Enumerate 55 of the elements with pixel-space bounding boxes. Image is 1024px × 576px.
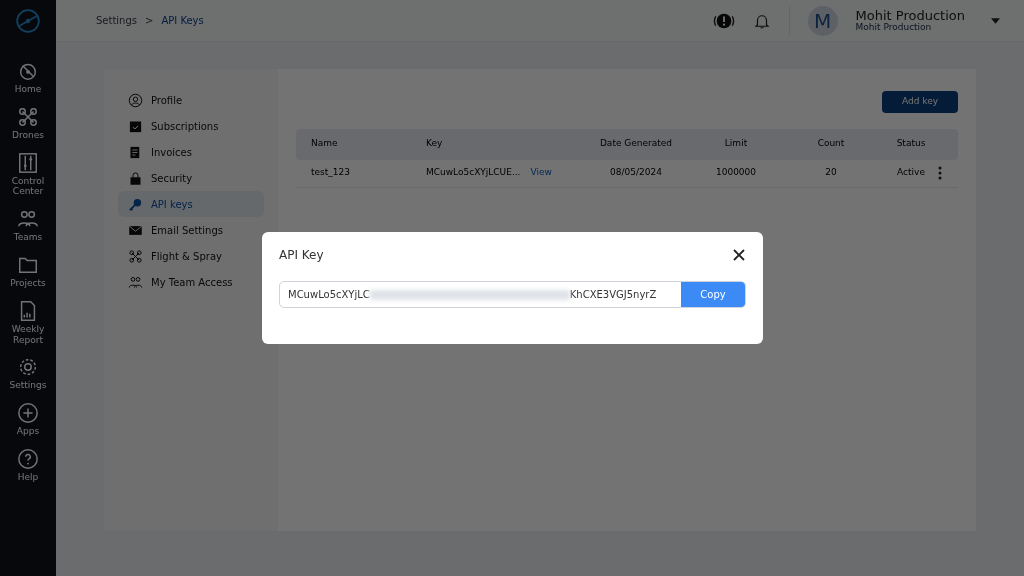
key-text-start: MCuwLo5cXYjLC: [287, 288, 370, 302]
user-icon: [128, 92, 143, 108]
lock-icon: [128, 170, 143, 186]
sidebar-item[interactable]: Settings: [9, 356, 47, 392]
modal-title: API Key: [279, 247, 324, 264]
table-cell-text: Active: [896, 166, 926, 180]
settings-menu-item[interactable]: My Team Access: [118, 269, 264, 295]
copy-button[interactable]: Copy: [681, 282, 745, 307]
breadcrumb-link[interactable]: Settings: [96, 13, 137, 28]
sidebar-item[interactable]: Home: [14, 60, 42, 95]
drone-icon: [128, 248, 143, 264]
settings-menu-item[interactable]: Email Settings: [118, 217, 264, 243]
plus-icon: [17, 402, 39, 425]
sidebar-item[interactable]: Teams: [13, 208, 43, 243]
settings-menu-item[interactable]: Subscriptions: [118, 113, 264, 139]
breadcrumb-separator: >: [145, 14, 154, 28]
table-cell-text: 08/05/2024: [609, 166, 663, 180]
people-icon: [128, 274, 143, 290]
caret-icon[interactable]: [991, 17, 1000, 24]
sliders-icon: [17, 151, 39, 174]
column-header: Name: [310, 137, 339, 151]
sidebar-item[interactable]: Help: [17, 447, 39, 483]
settings-menu-item[interactable]: Flight & Spray: [118, 243, 264, 269]
logo-icon: [15, 8, 41, 34]
sidebar-item[interactable]: Drones: [12, 105, 44, 141]
view-link[interactable]: View: [530, 166, 552, 180]
settings-menu-item[interactable]: Invoices: [118, 139, 264, 165]
sidebar-item[interactable]: Weekly Report: [0, 299, 56, 346]
key-icon: [128, 196, 143, 212]
user-name: Mohit Production: [855, 8, 965, 23]
api-key-field[interactable]: MCuwLo5cXYjLC KhCXE3VGJ5nyrZ Copy: [279, 281, 746, 308]
settings-menu-item[interactable]: API keys: [118, 191, 264, 217]
column-header: Count: [816, 137, 846, 151]
close-button[interactable]: [732, 248, 746, 262]
add-key-button[interactable]: Add key: [881, 91, 958, 113]
table-cell-text: 1000000: [714, 166, 758, 180]
sidebar-item[interactable]: Apps: [16, 402, 40, 437]
key-text-end: KhCXE3VGJ5nyrZ: [569, 288, 657, 302]
column-header: Key: [426, 137, 444, 151]
table-cell: MCuwLo5cXYjLCUE...: [426, 166, 521, 180]
column-header: Date Generated: [598, 137, 674, 151]
avatar[interactable]: M: [807, 5, 838, 36]
drone-icon: [17, 105, 39, 128]
table-cell-text: 20: [824, 166, 838, 180]
user-subtitle: Mohit Production: [855, 22, 933, 33]
table-cell-text: test_123: [310, 166, 351, 180]
settings-menu-item[interactable]: Security: [118, 165, 264, 191]
column-header: Status: [895, 137, 927, 151]
column-header: Limit: [723, 137, 749, 151]
sidebar-item[interactable]: Control Center: [0, 151, 56, 198]
breadcrumb-current: API Keys: [161, 14, 204, 28]
sidebar-item[interactable]: Projects: [10, 254, 46, 289]
help-icon: [17, 447, 39, 470]
more-options-icon[interactable]: [938, 166, 942, 180]
settings-menu-item[interactable]: Profile: [118, 87, 264, 113]
